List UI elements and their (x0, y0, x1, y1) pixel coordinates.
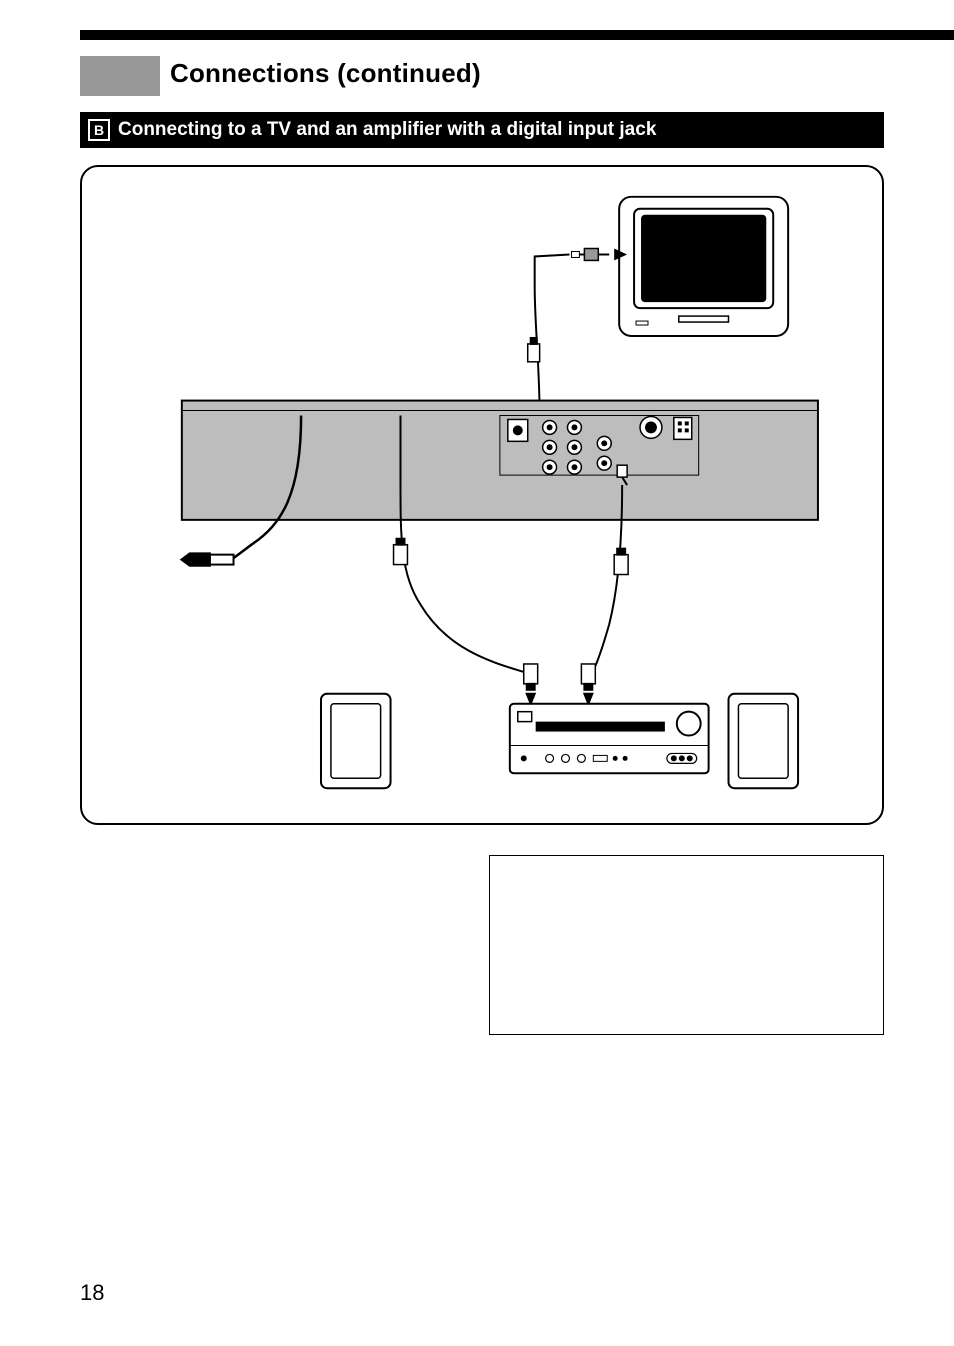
manual-page: Connections (continued) B Connecting to … (0, 0, 954, 1346)
subsection-badge: B (88, 119, 110, 141)
speaker-left-icon (321, 694, 391, 788)
amplifier-icon (510, 704, 709, 774)
section-title: Connections (continued) (170, 58, 481, 89)
title-accent-block (80, 56, 160, 96)
diagram-svg (82, 167, 882, 823)
connection-diagram (80, 165, 884, 825)
dvd-player-icon (182, 401, 818, 520)
subsection-band: B Connecting to a TV and an amplifier wi… (80, 112, 884, 148)
notes-box (489, 855, 884, 1035)
video-cable (528, 254, 570, 417)
page-number: 18 (80, 1280, 104, 1306)
speaker-right-icon (728, 694, 798, 788)
tv-icon (619, 197, 788, 336)
subsection-heading: Connecting to a TV and an amplifier with… (118, 119, 656, 141)
header-rule (80, 30, 954, 40)
